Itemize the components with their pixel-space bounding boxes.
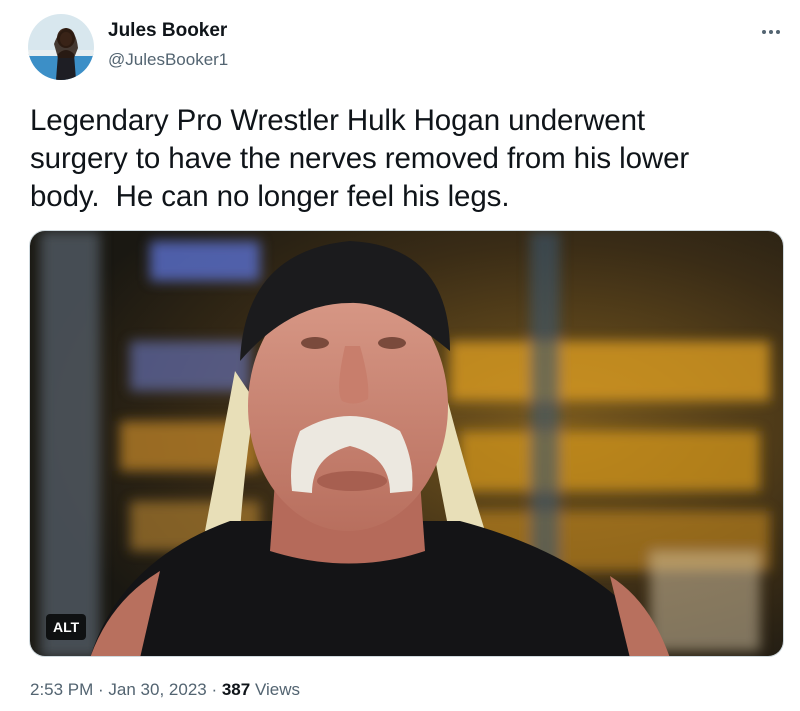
author-handle[interactable]: @JulesBooker1: [108, 50, 228, 70]
tweet-card: Jules Booker @JulesBooker1 Legendary Pro…: [0, 0, 800, 711]
separator: ·: [93, 680, 109, 699]
views-count: 387: [221, 680, 251, 699]
avatar-photo-icon: [28, 14, 94, 80]
tweet-text-line: Legendary Pro Wrestler Hulk Hogan underw…: [30, 104, 645, 137]
tweet-text-line: body. He can no longer feel his legs.: [30, 180, 510, 213]
tweet-time[interactable]: 2:53 PM: [30, 680, 93, 699]
dot: [769, 30, 773, 34]
wrestler-portrait-photo: [30, 231, 783, 656]
separator: ·: [206, 680, 222, 699]
tweet-date[interactable]: Jan 30, 2023: [108, 680, 206, 699]
dot: [762, 30, 766, 34]
author-avatar[interactable]: [28, 14, 94, 80]
tweet-text: Legendary Pro Wrestler Hulk Hogan underw…: [30, 102, 770, 216]
author-name[interactable]: Jules Booker: [108, 20, 227, 42]
tweet-text-line: surgery to have the nerves removed from …: [30, 142, 690, 175]
dot: [776, 30, 780, 34]
tweet-timestamp-views: 2:53 PM · Jan 30, 2023 · 387 Views: [30, 680, 300, 700]
views-label: Views: [250, 680, 300, 699]
tweet-media-image[interactable]: [29, 230, 784, 657]
alt-text-badge[interactable]: ALT: [46, 614, 87, 640]
more-options-icon[interactable]: [754, 20, 788, 44]
